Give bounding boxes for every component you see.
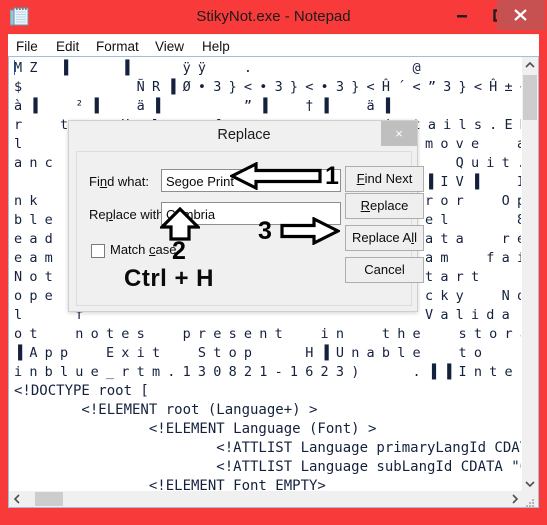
- editor-line: à▐ ²▐ ä▐ ”▐ †▐ ä▐ L▐ ä▐ h! H ä▐ °!: [14, 98, 523, 114]
- resize-grip-icon[interactable]: [526, 495, 535, 507]
- screenshot-root: StikyNot.exe - Notepad File Edit Format …: [0, 0, 547, 525]
- editor-line: <!ATTLIST Language subLangId CDATA "0x6: [14, 459, 523, 475]
- replace-dialog: Replace × Find what: Replace with: Match…: [68, 120, 424, 312]
- cancel-button[interactable]: Cancel: [345, 257, 424, 283]
- vertical-scrollbar-thumb[interactable]: [523, 75, 537, 120]
- menu-bar: File Edit Format View Help: [8, 34, 539, 57]
- editor-line: eam: [14, 250, 60, 266]
- horizontal-scrollbar-thumb[interactable]: [35, 492, 63, 506]
- shortcut-hint: Ctrl + H: [124, 265, 215, 292]
- annotation-number-2: 2: [172, 237, 186, 265]
- scrollbar-corner: [521, 490, 538, 507]
- replace-with-label: Replace with:: [89, 207, 168, 222]
- editor-line: <!DOCTYPE root [: [14, 383, 149, 399]
- editor-line: <!ELEMENT root (Language+) >: [14, 402, 318, 418]
- chevron-up-icon[interactable]: [522, 57, 538, 74]
- replace-all-button[interactable]: Replace All: [345, 225, 424, 251]
- editor-line: ble: [14, 212, 60, 228]
- menu-item-help[interactable]: Help: [198, 37, 234, 56]
- menu-item-view[interactable]: View: [151, 37, 188, 56]
- editor-line-fragment: ror Op: [425, 193, 523, 209]
- editor-line: ope: [14, 288, 60, 304]
- editor-line-fragment: el 8▐: [425, 212, 523, 228]
- editor-line: <!ELEMENT Language (Font) >: [14, 421, 377, 437]
- annotation-arrow-3: [280, 216, 342, 250]
- find-what-label: Find what:: [89, 174, 149, 189]
- dialog-title: Replace: [217, 127, 271, 143]
- editor-line: nk: [14, 193, 45, 209]
- editor-line-fragment: Quit.: [425, 155, 523, 171]
- editor-line-fragment: tart: [425, 269, 487, 285]
- menu-item-edit[interactable]: Edit: [52, 37, 83, 56]
- menu-item-file[interactable]: File: [12, 37, 42, 56]
- editor-line: inblue_rtm.130821-1623) .▐▐Inte: [14, 364, 520, 380]
- minimize-button[interactable]: [443, 0, 481, 30]
- annotation-number-1: 1: [325, 162, 339, 190]
- close-button[interactable]: [497, 0, 545, 30]
- annotation-arrow-1: [228, 161, 322, 195]
- editor-line-fragment: am fai: [425, 250, 523, 266]
- replace-button[interactable]: Replace: [345, 193, 424, 219]
- editor-line-fragment: ata re: [425, 231, 523, 247]
- editor-line: Not: [14, 269, 60, 285]
- horizontal-scrollbar[interactable]: [9, 490, 523, 507]
- editor-line: $ ÑR▐Ø•3}<•3}<•3}<Ĥ´<”3}<Ĥ±<”3}<Rich•3}<…: [14, 79, 523, 95]
- editor-line-fragment: ▐IV▐ I': [425, 174, 523, 190]
- dialog-close-icon[interactable]: ×: [381, 121, 417, 146]
- match-case-checkbox[interactable]: [91, 244, 105, 258]
- editor-line-fragment: Valida: [425, 307, 517, 323]
- editor-line: anc: [14, 155, 60, 171]
- chevron-left-icon[interactable]: [9, 491, 26, 507]
- menu-item-format[interactable]: Format: [92, 37, 143, 56]
- editor-line: ot notes present in the storage: [14, 326, 523, 342]
- annotation-number-3: 3: [258, 217, 272, 245]
- editor-line: ead: [14, 231, 60, 247]
- editor-line: ▐App Exit Stop H▐Unable to crea: [14, 345, 523, 361]
- editor-line: MZ ▐ ▐ ÿÿ . @ . ▐: [14, 60, 428, 76]
- find-next-button[interactable]: Find Next: [345, 166, 424, 192]
- vertical-scrollbar[interactable]: [521, 57, 538, 492]
- editor-line-fragment: move a: [425, 136, 523, 152]
- editor-line: <!ATTLIST Language primaryLangId CDATA: [14, 440, 523, 456]
- title-bar[interactable]: StikyNot.exe - Notepad: [0, 0, 547, 34]
- editor-line-fragment: cky No: [425, 288, 523, 304]
